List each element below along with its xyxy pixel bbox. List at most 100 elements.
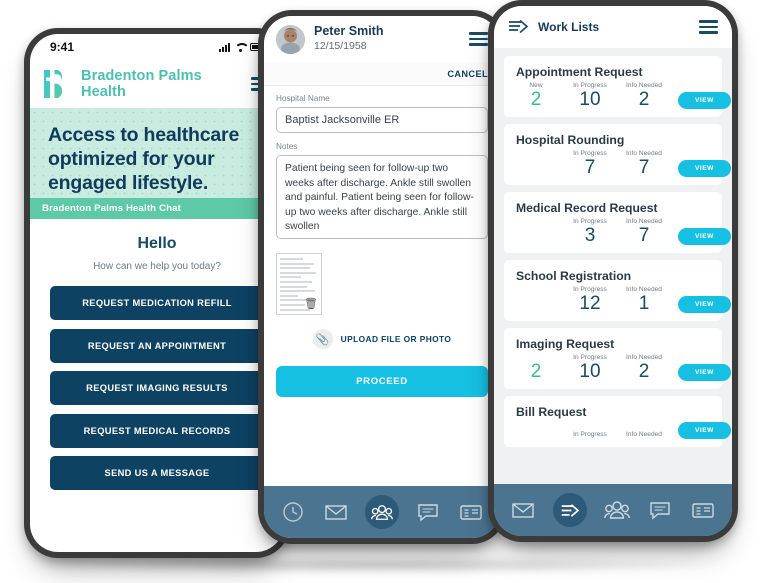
envelope-icon[interactable] [323,501,349,523]
phone-work-lists: Work Lists Appointment Request New 2 In … [488,0,738,542]
work-list-row[interactable]: Bill Request In Progress Info Needed VIE… [504,396,731,447]
document-thumbnail[interactable]: 🗑 [276,253,322,315]
count-in-progress: In Progress 12 [570,286,610,313]
attachment-list: 🗑 [276,253,488,315]
count-in-progress: In Progress 10 [570,82,610,109]
chat-bubble-icon[interactable] [647,499,673,521]
count-in-progress: In Progress 10 [570,354,610,381]
b-logo-icon [44,70,63,98]
hero-banner: Access to healthcare optimized for your … [30,108,284,198]
notes-textarea[interactable]: Patient being seen for follow-up two wee… [276,155,488,239]
hamburger-menu-icon[interactable] [469,31,488,47]
count-in-progress-value: 10 [579,361,601,382]
count-info-needed: Info Needed 2 [624,82,664,109]
count-info-needed: Info Needed 1 [624,286,664,313]
count-in-progress-label: In Progress [573,354,607,361]
chat-panel: Hello How can we help you today? REQUEST… [30,219,284,490]
chat-action-medical-records[interactable]: REQUEST MEDICAL RECORDS [50,413,264,448]
chat-action-appointment[interactable]: REQUEST AN APPOINTMENT [50,328,264,363]
chat-widget-header[interactable]: Bradenton Palms Health Chat — [30,198,284,219]
bottom-tab-bar [264,486,500,538]
count-new [516,176,556,177]
form-toolbar: CANCEL [264,62,500,86]
count-new [516,244,556,245]
work-list-title: Appointment Request [516,65,643,79]
chat-action-imaging-results[interactable]: REQUEST IMAGING RESULTS [50,371,264,405]
phone2-screen: Peter Smith 12/15/1958 CANCEL Hospital N… [264,16,500,538]
patient-avatar [276,24,305,54]
notes-label: Notes [276,142,298,151]
form-body: Hospital Name Notes Patient being seen f… [264,86,500,486]
count-in-progress: In Progress [570,431,610,439]
screenshot-stage: 9:41 Bradenton Palms Health Access to he… [0,0,768,583]
phone3-screen: Work Lists Appointment Request New 2 In … [494,6,732,536]
view-button[interactable]: VIEW [678,160,731,177]
hospital-field-group: Hospital Name [276,94,488,133]
cancel-button[interactable]: CANCEL [447,69,488,79]
chat-action-send-message[interactable]: SEND US A MESSAGE [50,456,264,490]
view-button[interactable]: VIEW [678,364,731,381]
hospital-name-input[interactable] [276,107,488,133]
cellular-bars-icon [219,42,230,52]
patient-header: Peter Smith 12/15/1958 [264,16,500,62]
count-new [516,312,556,313]
app-bar: Bradenton Palms Health [30,60,284,108]
phone1-screen: 9:41 Bradenton Palms Health Access to he… [30,34,284,552]
count-in-progress-value: 10 [579,89,601,110]
count-info-needed: Info Needed 7 [624,150,664,177]
chat-quick-actions: REQUEST MEDICATION REFILL REQUEST AN APP… [50,286,264,490]
status-time: 9:41 [50,40,75,54]
count-info-needed-label: Info Needed [626,82,662,89]
chat-action-medication-refill[interactable]: REQUEST MEDICATION REFILL [50,286,264,320]
count-in-progress-label: In Progress [573,218,607,225]
view-button[interactable]: VIEW [678,228,731,245]
count-new-value: 2 [530,361,542,382]
count-info-needed-value: 2 [638,89,650,110]
count-info-needed-value: 1 [638,293,650,314]
trash-icon[interactable]: 🗑 [304,297,318,310]
work-list-title: Bill Request [516,405,587,419]
id-card-icon[interactable] [690,499,716,521]
page-title: Work Lists [538,20,600,34]
work-list-row[interactable]: Medical Record Request In Progress 3 Inf… [504,192,731,253]
wifi-icon [234,43,246,52]
count-in-progress-value: 7 [584,157,596,178]
chat-subtitle: How can we help you today? [93,261,221,272]
count-info-needed: Info Needed [624,431,664,439]
id-card-icon[interactable] [458,501,484,523]
patient-dob: 12/15/1958 [314,39,367,52]
upload-label: UPLOAD FILE OR PHOTO [340,334,452,344]
people-group-icon[interactable] [604,499,630,521]
work-list-row[interactable]: Appointment Request New 2 In Progress 10… [504,56,731,117]
view-button[interactable]: VIEW [678,422,731,439]
work-lists-arrow-icon[interactable] [553,493,588,527]
proceed-button[interactable]: PROCEED [276,366,488,397]
count-info-needed-label: Info Needed [626,354,662,361]
hamburger-menu-icon[interactable] [699,19,718,35]
count-in-progress: In Progress 7 [570,150,610,177]
people-group-icon[interactable] [364,495,399,529]
work-lists-container: Appointment Request New 2 In Progress 10… [494,48,732,484]
count-new: New 2 [516,82,556,109]
view-button[interactable]: VIEW [678,296,731,313]
chat-bubble-icon[interactable] [415,501,441,523]
count-in-progress: In Progress 3 [570,218,610,245]
work-list-row[interactable]: School Registration In Progress 12 Info … [504,260,731,321]
count-info-needed-label: Info Needed [626,150,662,157]
brand: Bradenton Palms Health [42,68,202,100]
brand-name: Bradenton Palms Health [81,68,202,100]
hero-headline: Access to healthcare optimized for your … [48,124,240,194]
count-info-needed: Info Needed 7 [624,218,664,245]
group-shadow [28,556,728,574]
upload-button[interactable]: 📎 UPLOAD FILE OR PHOTO [276,329,488,349]
count-in-progress-value: 12 [579,293,601,314]
work-lists-arrow-icon [509,19,529,34]
clock-icon[interactable] [280,501,306,523]
work-list-row[interactable]: Imaging Request 2 In Progress 10 Info Ne… [504,328,731,389]
count-new-label: New [529,82,543,89]
work-list-row[interactable]: Hospital Rounding In Progress 7 Info Nee… [504,124,731,185]
view-button[interactable]: VIEW [678,92,731,109]
brand-line-2: Health [81,84,126,100]
count-info-needed-value: 7 [638,225,650,246]
envelope-icon[interactable] [510,499,536,521]
